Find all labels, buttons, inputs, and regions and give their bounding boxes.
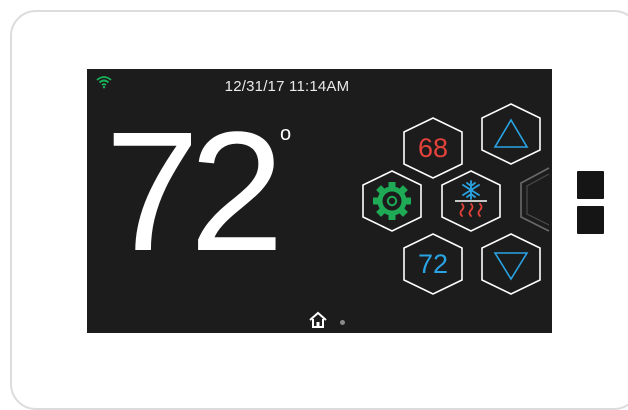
control-hex-grid: 68 72 <box>362 103 550 295</box>
temp-up-button[interactable] <box>481 103 541 165</box>
temp-down-button[interactable] <box>481 233 541 295</box>
heat-setpoint-value: 68 <box>418 133 448 163</box>
page-indicator-dot <box>340 320 345 325</box>
thermostat-screen: 12/31/17 11:14AM 72 o 68 72 <box>87 69 552 333</box>
gear-icon <box>373 182 411 220</box>
next-page-hex-hint[interactable] <box>520 167 550 232</box>
mode-button[interactable] <box>441 170 501 232</box>
cool-setpoint-button[interactable]: 72 <box>403 233 463 295</box>
heat-setpoint-button[interactable]: 68 <box>403 117 463 179</box>
home-icon[interactable] <box>308 311 328 329</box>
cool-setpoint-value: 72 <box>418 249 448 279</box>
settings-button[interactable] <box>362 170 422 232</box>
side-button-top[interactable] <box>577 171 604 199</box>
side-button-bottom[interactable] <box>577 206 604 234</box>
